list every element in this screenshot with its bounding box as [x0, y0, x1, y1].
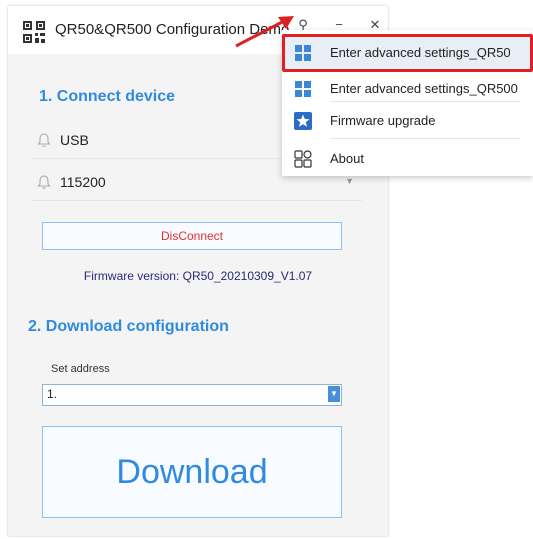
- address-select[interactable]: 1. ▼: [42, 384, 342, 406]
- menu-item-label: Enter advanced settings_QR50: [330, 45, 511, 60]
- grid-icon: [295, 45, 311, 61]
- firmware-version-text: Firmware version: QR50_20210309_V1.07: [83, 269, 313, 283]
- dropdown-menu: Enter advanced settings_QR50 Enter advan…: [282, 30, 533, 176]
- apps-icon: [294, 150, 312, 168]
- menu-item-label: Enter advanced settings_QR500: [330, 81, 518, 96]
- menu-item-about[interactable]: About: [282, 140, 533, 178]
- address-value: 1.: [47, 387, 58, 401]
- bell-icon: [37, 175, 51, 189]
- app-logo-icon: [23, 21, 45, 43]
- menu-item-firmware-upgrade[interactable]: Firmware upgrade: [282, 102, 533, 140]
- window-title: QR50&QR500 Configuration Demo: [55, 21, 290, 38]
- star-badge-icon: [294, 112, 312, 130]
- set-address-label: Set address: [51, 363, 110, 375]
- grid-icon: [295, 81, 311, 97]
- disconnect-button[interactable]: DisConnect: [42, 222, 342, 250]
- bell-icon: [37, 133, 51, 147]
- port-label: USB: [60, 132, 89, 148]
- menu-item-advanced-qr50[interactable]: Enter advanced settings_QR50: [282, 34, 533, 72]
- chevron-down-icon[interactable]: ▼: [328, 386, 340, 402]
- menu-separator: [330, 138, 520, 139]
- download-section-title: 2. Download configuration: [28, 318, 229, 335]
- menu-item-label: Firmware upgrade: [330, 113, 436, 128]
- baud-rate-label: 115200: [60, 174, 106, 190]
- connect-section-title: 1. Connect device: [39, 88, 176, 105]
- download-button[interactable]: Download: [42, 426, 342, 518]
- menu-item-label: About: [330, 151, 364, 166]
